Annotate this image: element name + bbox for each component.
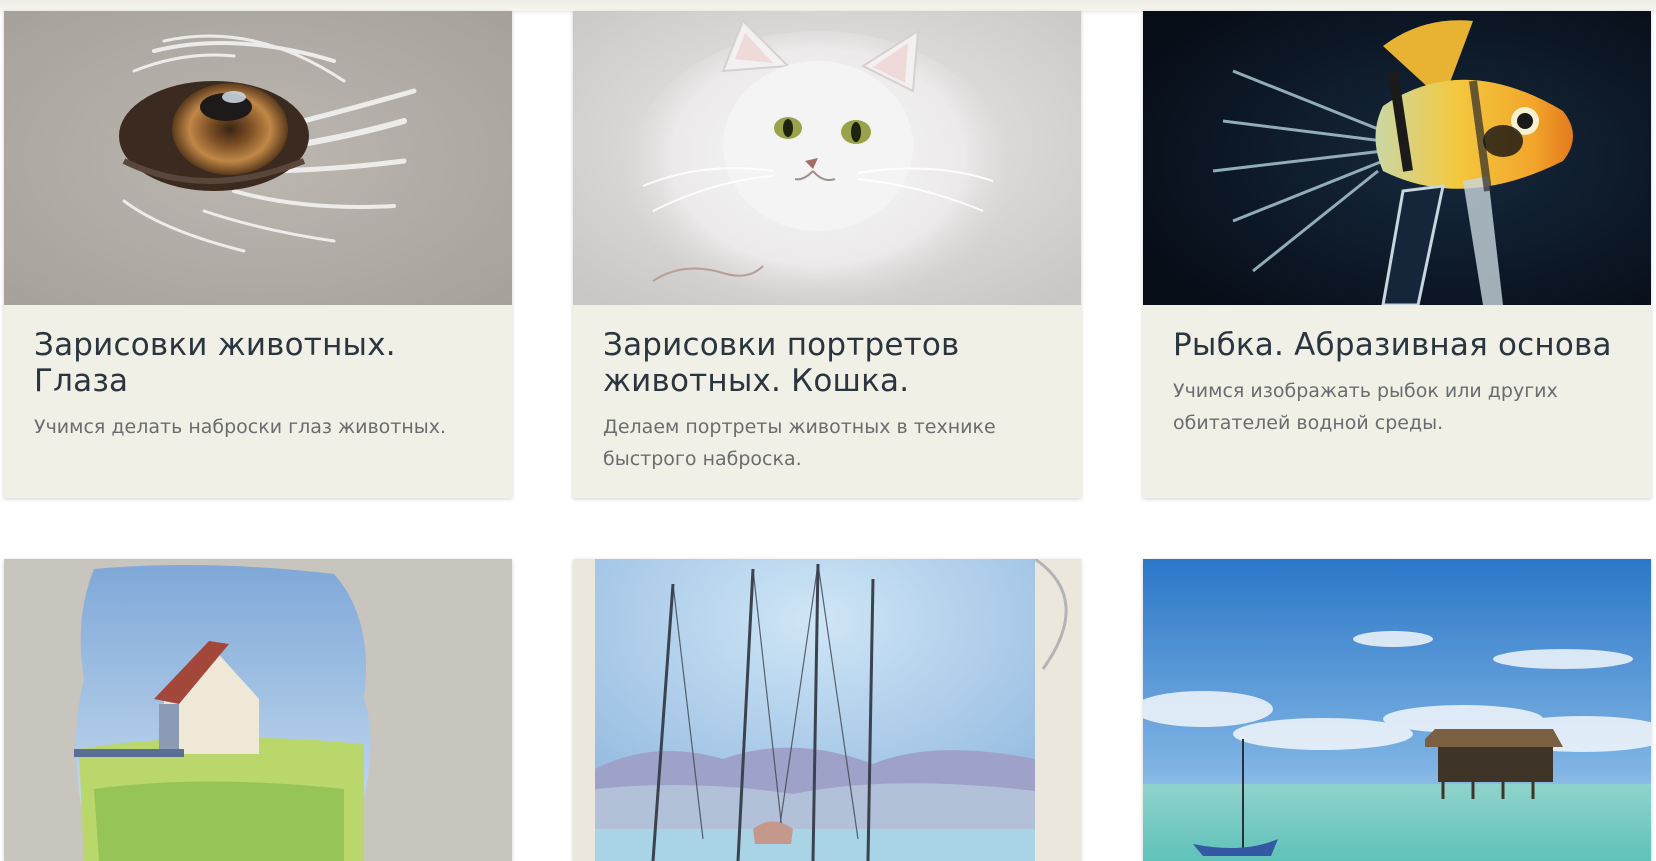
course-card-animal-eyes[interactable]: Зарисовки животных. Глаза Учимся делать … xyxy=(4,11,512,498)
animal-eye-pastel-image[interactable] xyxy=(4,11,512,305)
sea-hut-pastel-image[interactable] xyxy=(1143,559,1651,861)
card-title[interactable]: Рыбка. Абразивная основа xyxy=(1173,327,1621,363)
white-cat-pastel-image[interactable] xyxy=(573,11,1081,305)
angelfish-pastel-image[interactable] xyxy=(1143,11,1651,305)
card-body: Зарисовки портретов животных. Кошка. Дел… xyxy=(573,305,1081,498)
card-description: Делаем портреты животных в технике быстр… xyxy=(603,416,996,470)
course-card-sailboats[interactable] xyxy=(573,559,1081,861)
course-card-cat-portrait[interactable]: Зарисовки портретов животных. Кошка. Дел… xyxy=(573,11,1081,498)
card-description: Учимся изображать рыбок или других обита… xyxy=(1173,380,1558,434)
house-landscape-pastel-image[interactable] xyxy=(4,559,512,861)
card-description: Учимся делать наброски глаз животных. xyxy=(34,416,447,438)
card-body: Зарисовки животных. Глаза Учимся делать … xyxy=(4,305,512,498)
card-title[interactable]: Зарисовки портретов животных. Кошка. xyxy=(603,327,1051,399)
card-body: Рыбка. Абразивная основа Учимся изобража… xyxy=(1143,305,1651,498)
top-header-strip xyxy=(0,0,1656,11)
course-card-sea-hut[interactable] xyxy=(1143,559,1651,861)
course-card-fish[interactable]: Рыбка. Абразивная основа Учимся изобража… xyxy=(1143,11,1651,498)
course-card-house-landscape[interactable] xyxy=(4,559,512,861)
sailboats-pastel-image[interactable] xyxy=(573,559,1081,861)
card-title[interactable]: Зарисовки животных. Глаза xyxy=(34,327,482,399)
